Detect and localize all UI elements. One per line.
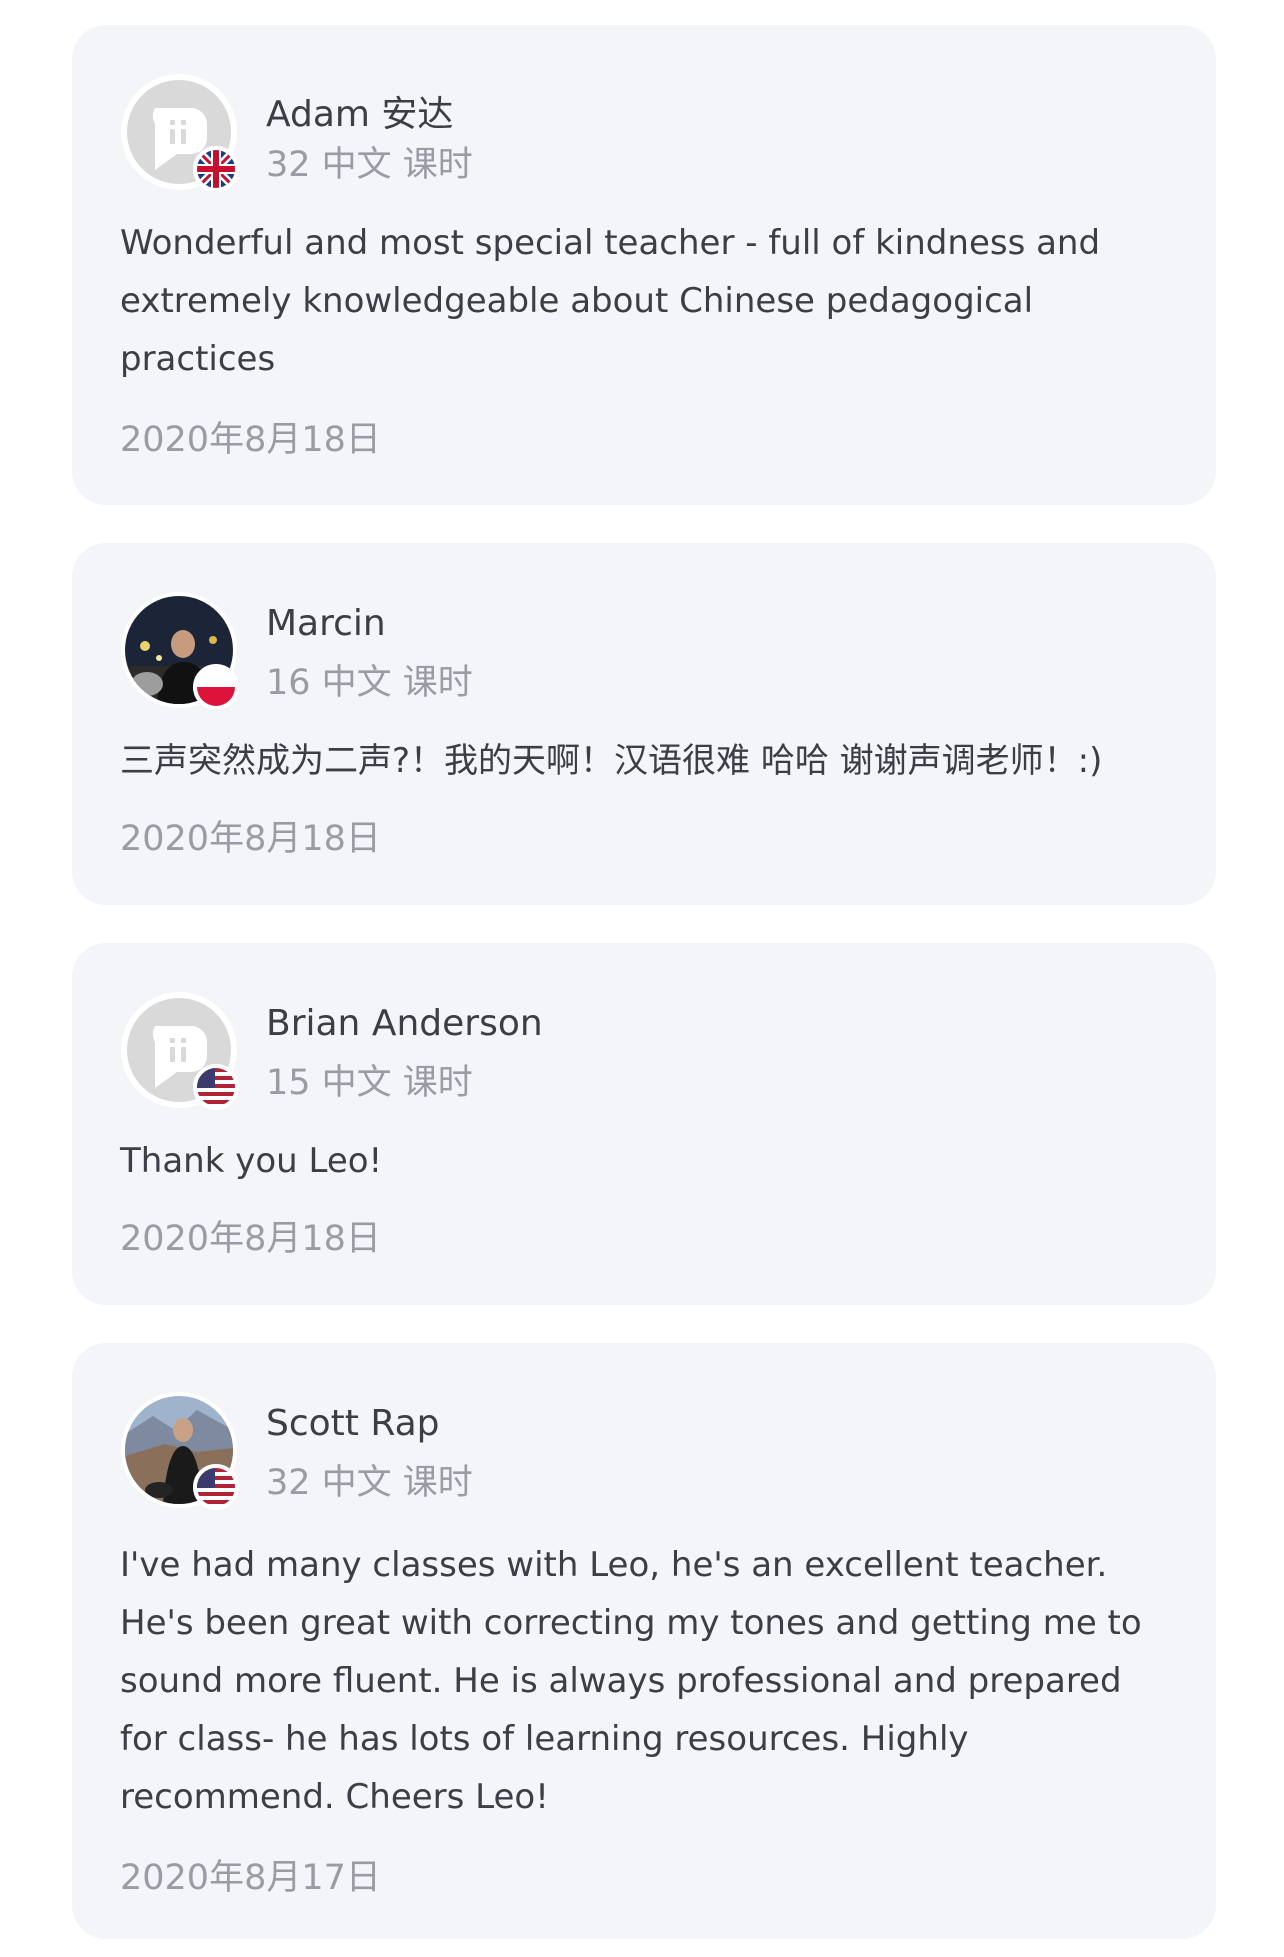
review-date: 2020年8月18日 [120, 1219, 381, 1259]
review-text: 三声突然成为二声?！我的天啊！汉语很难 哈哈 谢谢声调老师！:) [120, 741, 1103, 781]
review-text: Wonderful and most special teacher - ful… [120, 223, 1101, 379]
us-flag-icon [193, 1464, 239, 1510]
reviewer-name[interactable]: Marcin [266, 603, 386, 644]
review-text: Thank you Leo! [120, 1141, 383, 1181]
reviewer-name[interactable]: Scott Rap [266, 1403, 439, 1444]
reviewer-name[interactable]: Adam 安达 [266, 85, 453, 137]
lesson-count: 32 中文 课时 [266, 1463, 473, 1503]
review-card: Marcin 16 中文 课时 三声突然成为二声?！我的天啊！汉语很难 哈哈 谢… [72, 543, 1216, 905]
review-list: Adam 安达 32 中文 课时 Wonderful and most spec… [0, 0, 1284, 1957]
review-card: Scott Rap 32 中文 课时 I've had many classes… [72, 1343, 1216, 1939]
review-text: I've had many classes with Leo, he's an … [120, 1545, 1142, 1817]
poland-flag-icon [193, 664, 239, 710]
lesson-count: 16 中文 课时 [266, 663, 473, 703]
reviewer-avatar[interactable] [121, 992, 239, 1110]
review-date: 2020年8月17日 [120, 1858, 381, 1898]
review-date: 2020年8月18日 [120, 819, 381, 859]
lesson-count: 32 中文 课时 [266, 145, 473, 185]
us-flag-icon [193, 1064, 239, 1110]
review-card: Brian Anderson 15 中文 课时 Thank you Leo! 2… [72, 943, 1216, 1305]
uk-flag-icon [193, 146, 239, 192]
reviewer-avatar[interactable] [121, 1392, 239, 1510]
reviewer-avatar[interactable] [121, 74, 239, 192]
reviewer-name[interactable]: Brian Anderson [266, 1003, 543, 1044]
lesson-count: 15 中文 课时 [266, 1063, 473, 1103]
review-date: 2020年8月18日 [120, 420, 381, 460]
review-card: Adam 安达 32 中文 课时 Wonderful and most spec… [72, 25, 1216, 505]
reviewer-avatar[interactable] [121, 592, 239, 710]
